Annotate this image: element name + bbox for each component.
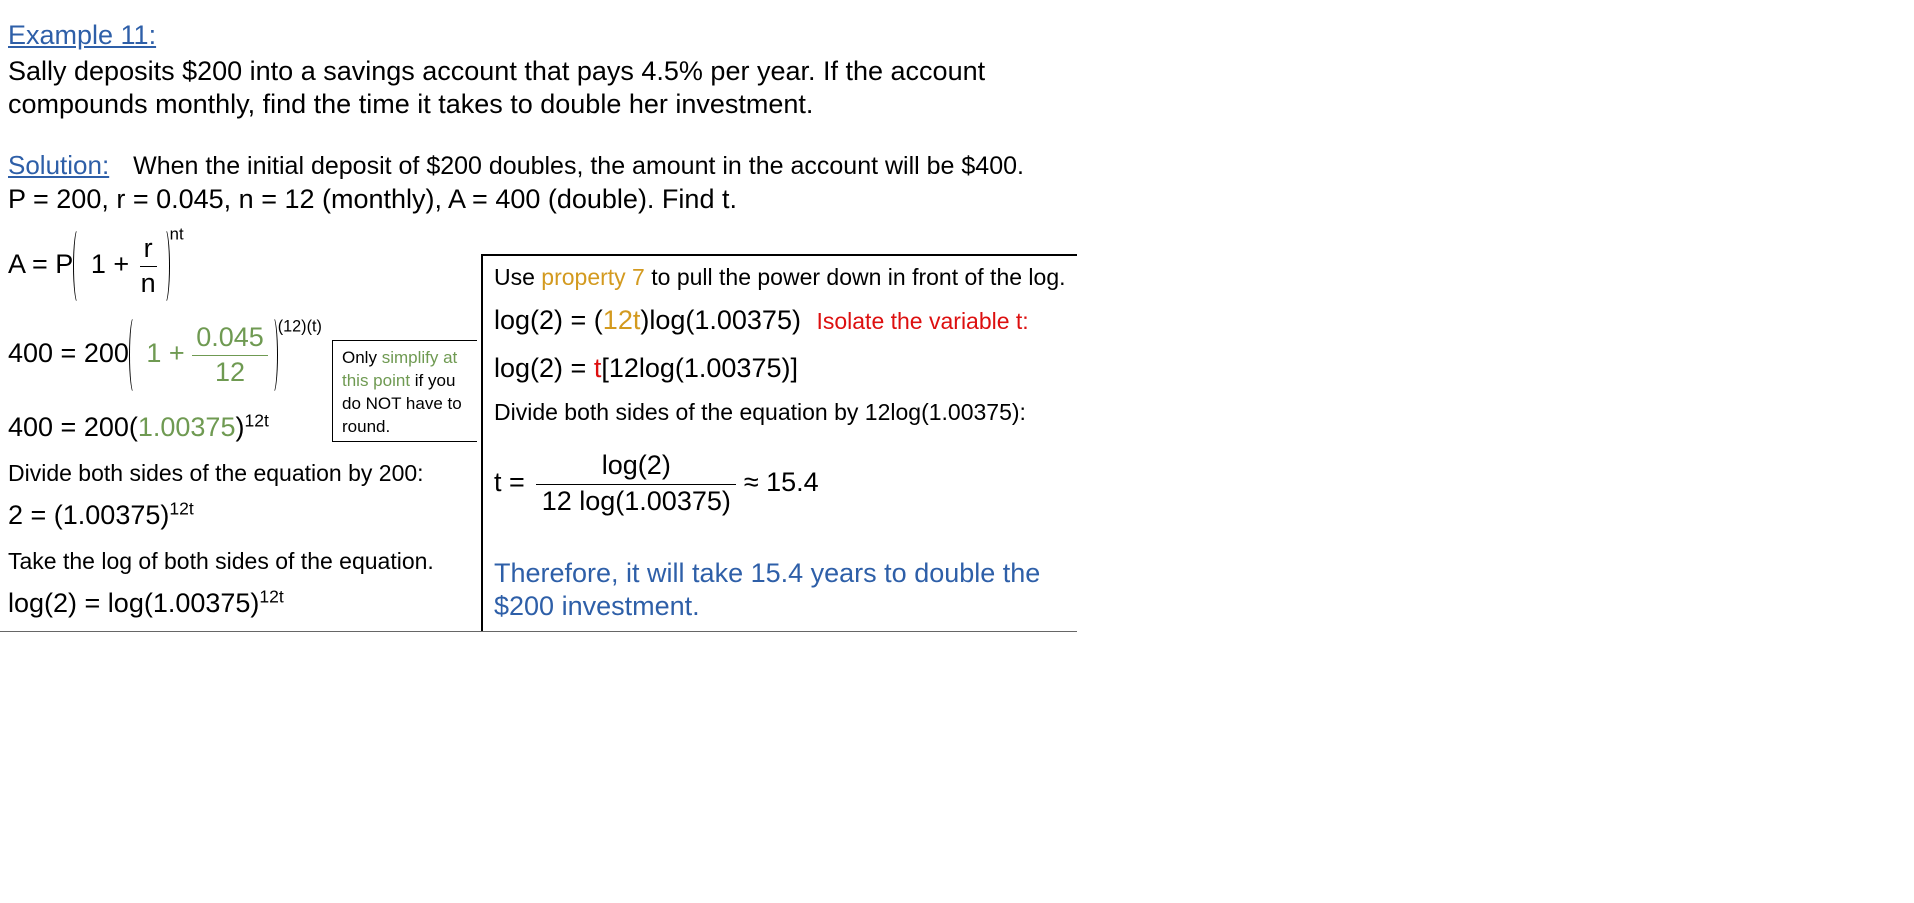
- example-heading: Example 11:: [8, 20, 157, 50]
- step3-base: 1.00375: [137, 412, 236, 442]
- step4-text: 2 = (1.00375): [8, 500, 170, 530]
- compound-formula: A = P 1 + r n nt: [8, 224, 184, 304]
- right-panel-top-border: [481, 254, 1077, 256]
- right-panel-left-border: [481, 255, 483, 632]
- step5-text: log(2) = log(1.00375): [8, 588, 260, 618]
- solution-intro: When the initial deposit of $200 doubles…: [133, 152, 1024, 180]
- t-fraction: log(2) 12 log(1.00375): [536, 450, 737, 516]
- problem-line-1: Sally deposits $200 into a savings accou…: [8, 56, 986, 86]
- givens: P = 200, r = 0.045, n = 12 (monthly), A …: [8, 184, 737, 214]
- t-denominator: 12 log(1.00375): [541, 485, 731, 516]
- take-log-text: Take the log of both sides of the equati…: [8, 548, 434, 574]
- left-paren: [128, 316, 139, 394]
- property-7-label: property 7: [541, 264, 645, 290]
- step3-exponent: 12t: [244, 410, 269, 431]
- log2-post: [12log(1.00375)]: [601, 353, 798, 383]
- formula-one-plus: 1 +: [90, 249, 130, 280]
- step5-exponent: 12t: [259, 586, 284, 607]
- problem-line-2: compounds monthly, find the time it take…: [8, 89, 814, 119]
- step5-equation: log(2) = log(1.00375)12t: [8, 588, 284, 619]
- isolate-hint: Isolate the variable t:: [816, 308, 1029, 334]
- sub-one-plus: 1 +: [146, 338, 185, 369]
- solution-label: Solution:: [8, 150, 110, 180]
- sub-denominator: 12: [214, 356, 246, 387]
- formula-fraction: rn: [137, 233, 160, 298]
- formula-numerator: r: [139, 233, 157, 267]
- step3-lhs: 400 = 200(: [8, 412, 138, 442]
- note-part-1: Only: [342, 348, 382, 367]
- right-paren: [160, 228, 170, 304]
- conclusion-line-2: $200 investment.: [494, 591, 700, 621]
- step4-equation: 2 = (1.00375)12t: [8, 500, 194, 531]
- log1-post: )log(1.00375): [640, 305, 801, 335]
- divide-by-200-text: Divide both sides of the equation by 200…: [8, 460, 424, 486]
- sub-fraction: 0.045 12: [192, 322, 268, 387]
- conclusion-line-1: Therefore, it will take 15.4 years to do…: [494, 558, 1041, 588]
- sub-lhs: 400 = 200: [8, 338, 129, 369]
- log2-pre: log(2) =: [494, 353, 594, 383]
- t-equation: t = log(2) 12 log(1.00375) ≈ 15.4: [494, 450, 819, 516]
- sub-numerator: 0.045: [192, 322, 268, 356]
- property-post: to pull the power down in front of the l…: [644, 264, 1066, 290]
- log1-pre: log(2) = (: [494, 305, 603, 335]
- step4-exponent: 12t: [169, 498, 194, 519]
- simplified-equation: 400 = 200(1.00375)12t: [8, 412, 269, 443]
- log1-mid: 12t: [602, 305, 641, 335]
- rounding-note: Only simplify at this point if you do NO…: [332, 340, 477, 442]
- t-numerator: log(2): [536, 450, 737, 485]
- property-line: Use property 7 to pull the power down in…: [494, 264, 1066, 291]
- log-line-2: log(2) = t[12log(1.00375)]: [494, 353, 798, 384]
- sub-exponent: (12)(t): [277, 317, 322, 336]
- formula-exponent: nt: [169, 224, 184, 244]
- right-paren: [268, 316, 278, 394]
- log-line-1: log(2) = (12t)log(1.00375) Isolate the v…: [494, 305, 1029, 336]
- divide-by-12log-text: Divide both sides of the equation by 12l…: [494, 399, 1026, 425]
- formula-denominator: n: [140, 267, 156, 298]
- substitution-equation: 400 = 200 1 + 0.045 12 (12)(t): [8, 316, 322, 394]
- t-approx: ≈ 15.4: [743, 466, 819, 497]
- solution-line: Solution: When the initial deposit of $2…: [8, 150, 1024, 181]
- left-paren: [73, 228, 83, 304]
- bottom-rule: [0, 631, 1077, 633]
- property-pre: Use: [494, 264, 542, 290]
- t-lhs: t =: [494, 466, 525, 497]
- formula-lhs: A = P: [8, 249, 74, 280]
